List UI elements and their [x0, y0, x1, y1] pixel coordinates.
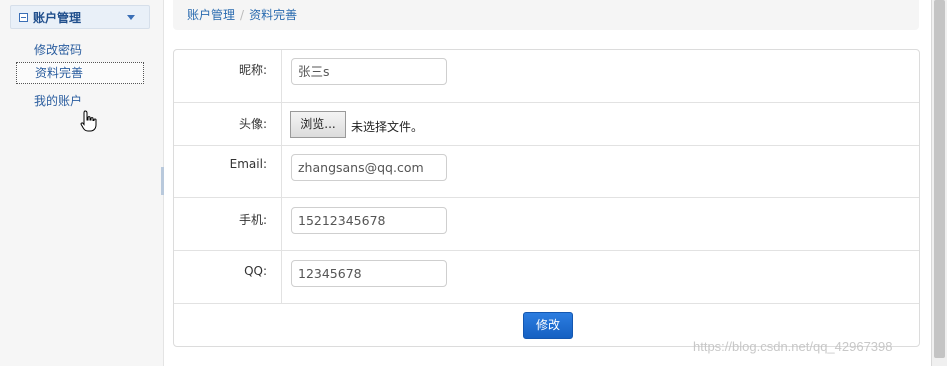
- hand-cursor-icon: [80, 110, 97, 132]
- scrollbar-thumb[interactable]: [934, 0, 945, 358]
- nickname-label: 昵称:: [174, 50, 282, 102]
- email-label: Email:: [174, 146, 282, 197]
- file-status-text: 未选择文件。: [351, 120, 424, 134]
- breadcrumb-item-current: 资料完善: [249, 8, 298, 22]
- qq-label: QQ:: [174, 251, 282, 303]
- sidebar-section-title: 账户管理: [33, 10, 82, 25]
- form-row-nickname: 昵称: 张三s: [174, 50, 919, 103]
- phone-label: 手机:: [174, 198, 282, 250]
- phone-input[interactable]: 15212345678: [291, 207, 447, 234]
- profile-form: 昵称: 张三s 头像: 浏览... 未选择文件。 Email: zhangsan…: [173, 49, 920, 347]
- breadcrumb-item-account[interactable]: 账户管理: [187, 8, 235, 22]
- breadcrumb: 账户管理 / 资料完善: [173, 0, 919, 30]
- breadcrumb-separator: /: [240, 8, 245, 22]
- sidebar-item-change-password[interactable]: 修改密码: [16, 39, 144, 61]
- sidebar-item-my-account[interactable]: 我的账户: [16, 90, 144, 112]
- form-row-phone: 手机: 15212345678: [174, 198, 919, 251]
- chevron-down-icon[interactable]: [127, 15, 135, 20]
- browse-file-button[interactable]: 浏览...: [290, 111, 346, 138]
- qq-input[interactable]: 12345678: [291, 260, 447, 287]
- email-input[interactable]: zhangsans@qq.com: [291, 154, 447, 181]
- form-row-email: Email: zhangsans@qq.com: [174, 146, 919, 198]
- avatar-label: 头像:: [174, 103, 282, 145]
- collapse-box-icon: [19, 12, 28, 22]
- form-row-qq: QQ: 12345678: [174, 251, 919, 304]
- form-row-avatar: 头像: 浏览... 未选择文件。: [174, 103, 919, 146]
- nickname-input[interactable]: 张三s: [291, 58, 447, 85]
- sidebar-section-header[interactable]: 账户管理: [10, 5, 150, 29]
- sidebar-item-profile[interactable]: 资料完善: [16, 62, 144, 84]
- sidebar-splitter[interactable]: [161, 167, 164, 195]
- sidebar: 账户管理 修改密码 资料完善 我的账户: [0, 0, 164, 366]
- vertical-scrollbar[interactable]: [931, 0, 947, 366]
- submit-button[interactable]: 修改: [523, 312, 573, 339]
- watermark: https://blog.csdn.net/qq_42967398: [693, 339, 893, 354]
